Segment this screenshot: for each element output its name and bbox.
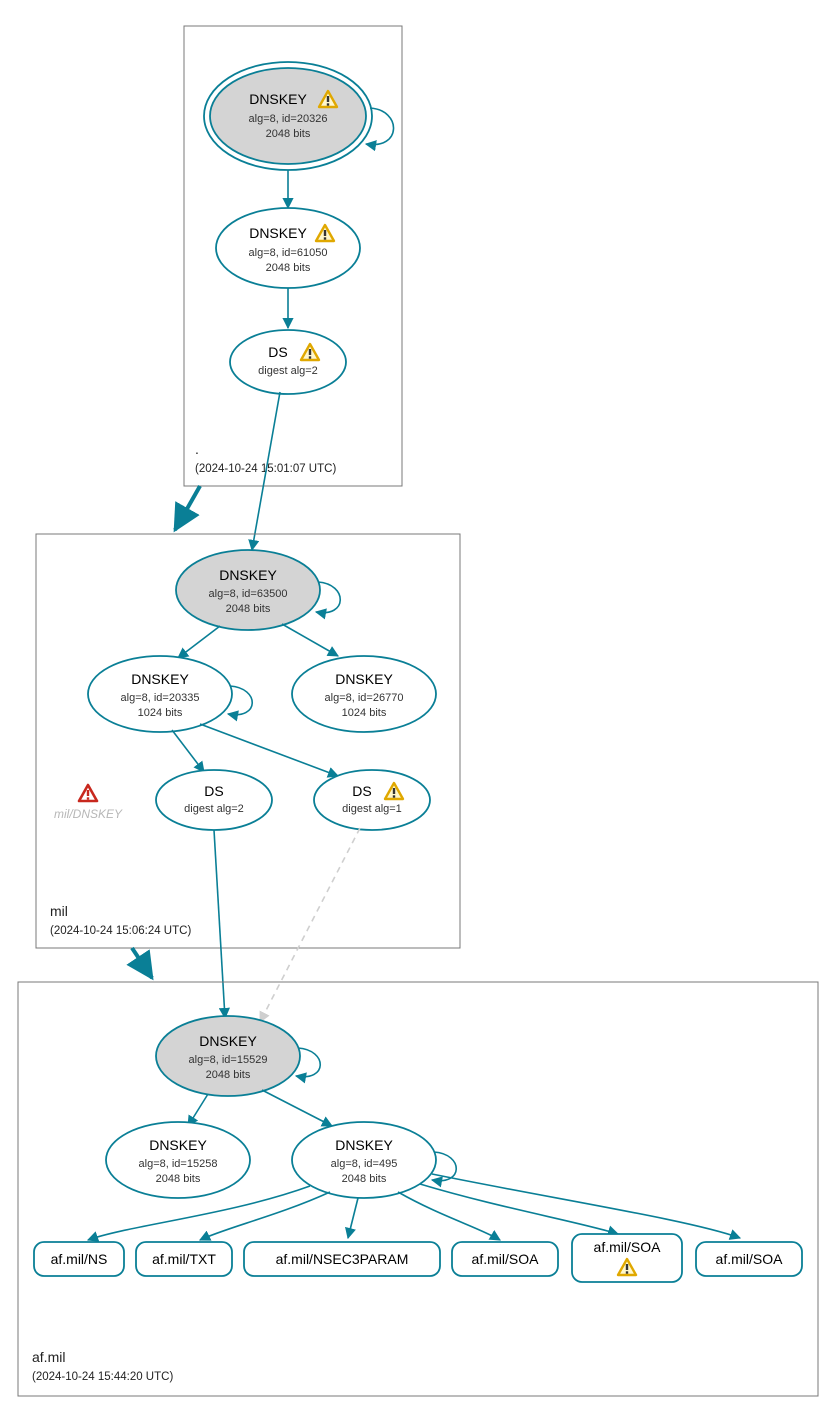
rrset-af-mil-soa-1: af.mil/SOA [452, 1242, 558, 1276]
svg-text:2048 bits: 2048 bits [206, 1069, 251, 1081]
svg-text:2048 bits: 2048 bits [342, 1173, 387, 1185]
node-mil-zsk-26770: DNSKEY alg=8, id=26770 1024 bits [292, 656, 436, 732]
svg-text:digest alg=1: digest alg=1 [342, 803, 402, 815]
node-afmil-ksk: DNSKEY alg=8, id=15529 2048 bits [156, 1016, 300, 1096]
svg-text:DNSKEY: DNSKEY [335, 671, 393, 687]
node-root-ksk: DNSKEY alg=8, id=20326 2048 bits [204, 62, 372, 170]
edge-root-to-mil-zone [175, 486, 200, 530]
svg-text:af.mil/SOA: af.mil/SOA [716, 1251, 784, 1267]
zone-mil-timestamp: (2024-10-24 15:06:24 UTC) [50, 925, 191, 937]
edge-to-rrset-5 [432, 1174, 740, 1238]
svg-text:alg=8, id=15529: alg=8, id=15529 [189, 1054, 268, 1066]
svg-text:DNSKEY: DNSKEY [219, 567, 277, 583]
edge-mil-ds1-to-afmil-ksk [214, 830, 225, 1018]
svg-text:DS: DS [204, 783, 223, 799]
error-icon [79, 785, 97, 801]
node-mil-ksk: DNSKEY alg=8, id=63500 2048 bits [176, 550, 320, 630]
zone-root-name: . [195, 441, 199, 457]
mil-dnskey-error: mil/DNSKEY [54, 785, 123, 821]
svg-text:alg=8, id=495: alg=8, id=495 [331, 1158, 398, 1170]
svg-text:af.mil/SOA: af.mil/SOA [594, 1239, 662, 1255]
svg-text:af.mil/NSEC3PARAM: af.mil/NSEC3PARAM [276, 1251, 409, 1267]
dnssec-graph: . (2024-10-24 15:01:07 UTC) DNSKEY alg=8… [0, 0, 835, 1408]
node-root-zsk: DNSKEY alg=8, id=61050 2048 bits [216, 208, 360, 288]
svg-text:2048 bits: 2048 bits [226, 603, 271, 615]
node-mil-ds-alg2: DS digest alg=2 [156, 770, 272, 830]
svg-text:alg=8, id=20335: alg=8, id=20335 [121, 692, 200, 704]
edge-mil-ksk-to-zsk1 [178, 626, 220, 658]
node-afmil-zsk-15258: DNSKEY alg=8, id=15258 2048 bits [106, 1122, 250, 1198]
svg-text:DS: DS [352, 783, 371, 799]
zone-afmil: af.mil (2024-10-24 15:44:20 UTC) DNSKEY … [18, 982, 818, 1396]
svg-text:DNSKEY: DNSKEY [249, 225, 307, 241]
rrset-af-mil-ns: af.mil/NS [34, 1242, 124, 1276]
edge-mil-to-afmil-zone [132, 948, 152, 978]
svg-text:digest alg=2: digest alg=2 [184, 803, 244, 815]
svg-text:DNSKEY: DNSKEY [335, 1137, 393, 1153]
svg-text:alg=8, id=61050: alg=8, id=61050 [249, 247, 328, 259]
svg-text:mil/DNSKEY: mil/DNSKEY [54, 807, 123, 821]
node-afmil-zsk-495: DNSKEY alg=8, id=495 2048 bits [292, 1122, 436, 1198]
zone-mil-name: mil [50, 903, 68, 919]
node-mil-zsk-20335: DNSKEY alg=8, id=20335 1024 bits [88, 656, 232, 732]
svg-text:2048 bits: 2048 bits [156, 1173, 201, 1185]
svg-text:2048 bits: 2048 bits [266, 128, 311, 140]
node-mil-ds-alg1: DS digest alg=1 [314, 770, 430, 830]
rrset-af-mil-nsec3param: af.mil/NSEC3PARAM [244, 1242, 440, 1276]
svg-text:1024 bits: 1024 bits [138, 707, 183, 719]
node-root-ds: DS digest alg=2 [230, 330, 346, 394]
zone-root: . (2024-10-24 15:01:07 UTC) DNSKEY alg=8… [184, 26, 402, 486]
edge-to-rrset-3 [398, 1192, 500, 1240]
edge-mil-ksk-to-zsk2 [282, 624, 338, 656]
edge-afmil-ksk-to-zsk2 [262, 1090, 332, 1126]
zone-afmil-name: af.mil [32, 1349, 65, 1365]
svg-text:alg=8, id=20326: alg=8, id=20326 [249, 113, 328, 125]
zone-afmil-timestamp: (2024-10-24 15:44:20 UTC) [32, 1371, 173, 1383]
svg-text:alg=8, id=15258: alg=8, id=15258 [139, 1158, 218, 1170]
svg-text:DNSKEY: DNSKEY [199, 1033, 257, 1049]
svg-text:1024 bits: 1024 bits [342, 707, 387, 719]
svg-text:DNSKEY: DNSKEY [249, 91, 307, 107]
svg-text:digest alg=2: digest alg=2 [258, 365, 318, 377]
rrset-af-mil-soa-2-warn: af.mil/SOA [572, 1234, 682, 1282]
svg-text:DS: DS [268, 344, 287, 360]
svg-text:alg=8, id=63500: alg=8, id=63500 [209, 588, 288, 600]
edge-mil-zsk1-to-ds2 [200, 724, 338, 776]
rrset-af-mil-txt: af.mil/TXT [136, 1242, 232, 1276]
zone-mil: mil (2024-10-24 15:06:24 UTC) DNSKEY alg… [36, 534, 460, 948]
svg-text:2048 bits: 2048 bits [266, 262, 311, 274]
svg-text:af.mil/SOA: af.mil/SOA [472, 1251, 540, 1267]
svg-text:DNSKEY: DNSKEY [149, 1137, 207, 1153]
edge-mil-zsk1-to-ds1 [172, 730, 204, 772]
edge-mil-ds2-to-afmil-ksk [260, 828, 360, 1022]
edge-to-rrset-2 [348, 1198, 358, 1238]
svg-text:alg=8, id=26770: alg=8, id=26770 [325, 692, 404, 704]
svg-text:af.mil/TXT: af.mil/TXT [152, 1251, 216, 1267]
rrset-af-mil-soa-3: af.mil/SOA [696, 1242, 802, 1276]
edge-afmil-ksk-to-zsk1 [188, 1094, 208, 1126]
svg-text:af.mil/NS: af.mil/NS [51, 1251, 108, 1267]
svg-text:DNSKEY: DNSKEY [131, 671, 189, 687]
